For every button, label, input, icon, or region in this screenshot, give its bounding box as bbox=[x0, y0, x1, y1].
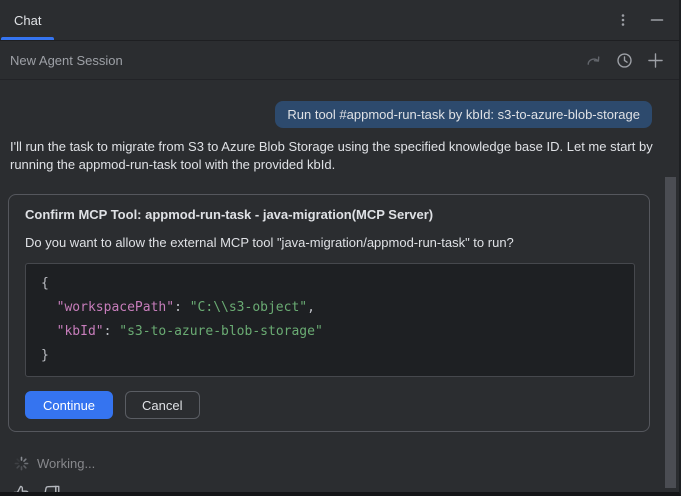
user-message-row: Run tool #appmod-run-task by kbId: s3-to… bbox=[0, 101, 652, 128]
status-row: Working... bbox=[14, 456, 679, 471]
status-text: Working... bbox=[37, 456, 95, 471]
new-session-plus-icon[interactable] bbox=[645, 50, 665, 70]
mcp-args-code: { "workspacePath": "C:\\s3-object", "kbI… bbox=[25, 263, 635, 377]
tab-chat-label: Chat bbox=[14, 13, 41, 28]
feedback-row bbox=[12, 484, 679, 496]
continue-button[interactable]: Continue bbox=[25, 391, 113, 419]
dialog-title: Confirm MCP Tool: appmod-run-task - java… bbox=[25, 207, 635, 222]
scrollbar-thumb[interactable] bbox=[665, 177, 676, 488]
session-title: New Agent Session bbox=[10, 53, 123, 68]
cancel-button[interactable]: Cancel bbox=[125, 391, 199, 419]
mcp-confirm-dialog: Confirm MCP Tool: appmod-run-task - java… bbox=[8, 194, 650, 432]
chat-content: Run tool #appmod-run-task by kbId: s3-to… bbox=[0, 101, 679, 496]
more-options-icon[interactable] bbox=[613, 10, 633, 30]
dialog-buttons: Continue Cancel bbox=[25, 391, 635, 419]
tool-window-header: Chat bbox=[0, 0, 679, 41]
progress-spinner-icon bbox=[14, 456, 29, 471]
minimize-icon[interactable] bbox=[647, 10, 667, 30]
tab-chat[interactable]: Chat bbox=[0, 0, 55, 40]
dialog-question: Do you want to allow the external MCP to… bbox=[25, 235, 635, 250]
active-tab-indicator bbox=[1, 37, 54, 40]
header-actions bbox=[613, 10, 679, 30]
user-message-bubble: Run tool #appmod-run-task by kbId: s3-to… bbox=[275, 101, 652, 128]
history-clock-icon[interactable] bbox=[614, 50, 634, 70]
redo-arrow-icon[interactable] bbox=[583, 50, 603, 70]
thumbs-up-icon[interactable] bbox=[12, 484, 30, 496]
chat-tool-window: Chat New Agent Session bbox=[0, 0, 681, 496]
toolbar-actions bbox=[583, 50, 665, 70]
thumbs-down-icon[interactable] bbox=[43, 484, 61, 496]
session-toolbar: New Agent Session bbox=[0, 41, 679, 80]
assistant-message: I'll run the task to migrate from S3 to … bbox=[10, 138, 657, 174]
